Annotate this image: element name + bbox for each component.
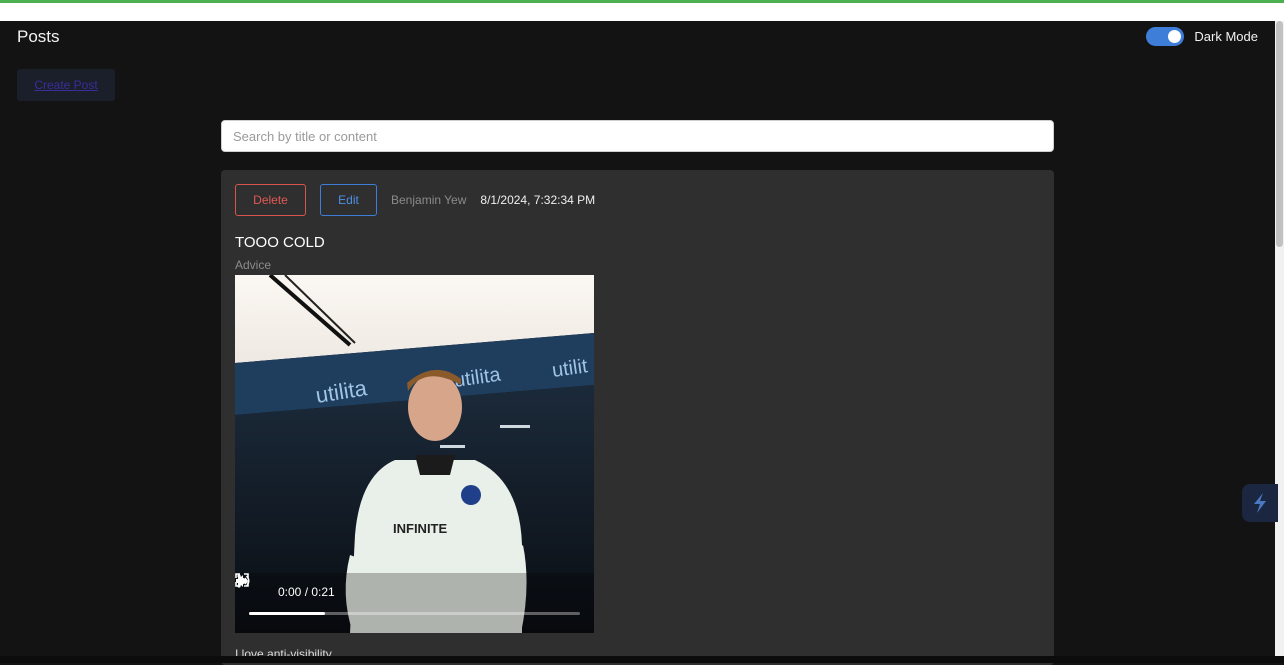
dark-mode-toggle[interactable] [1146,27,1185,46]
floating-extension-widget[interactable] [1242,484,1278,522]
browser-top-bar [0,0,1284,21]
video-controls: 0:00 / 0:21 [235,573,594,633]
toggle-knob [1168,30,1182,43]
dark-mode-label: Dark Mode [1194,29,1258,44]
post-category: Advice [235,258,272,272]
edit-button[interactable]: Edit [320,184,377,216]
video-progress-bar[interactable] [249,612,580,615]
video-progress-fill [249,612,326,615]
lightning-icon [1254,493,1266,513]
post-video-player[interactable]: utilita utilita utilit INFINITE 0:00 / 0… [235,275,594,633]
more-options-icon[interactable] [235,573,243,589]
post-card: Delete Edit Benjamin Yew 8/1/2024, 7:32:… [221,170,1054,665]
dark-mode-toggle-group[interactable]: Dark Mode [1146,27,1258,46]
search-input[interactable] [221,120,1054,152]
create-post-button[interactable]: Create Post [17,69,115,101]
page-title: Posts [17,27,60,46]
post-timestamp: 8/1/2024, 7:32:34 PM [480,193,596,207]
delete-button[interactable]: Delete [235,184,306,216]
bottom-edge-bar [0,656,1284,663]
page-scrollbar[interactable] [1275,21,1284,663]
svg-text:INFINITE: INFINITE [393,521,447,536]
scrollbar-thumb[interactable] [1276,21,1283,247]
video-time: 0:00 / 0:21 [278,585,335,599]
post-author: Benjamin Yew [391,193,467,207]
post-actions: Delete Edit Benjamin Yew 8/1/2024, 7:32:… [235,184,595,216]
post-title: TOOO COLD [235,234,325,251]
loading-accent-line [0,0,1284,3]
